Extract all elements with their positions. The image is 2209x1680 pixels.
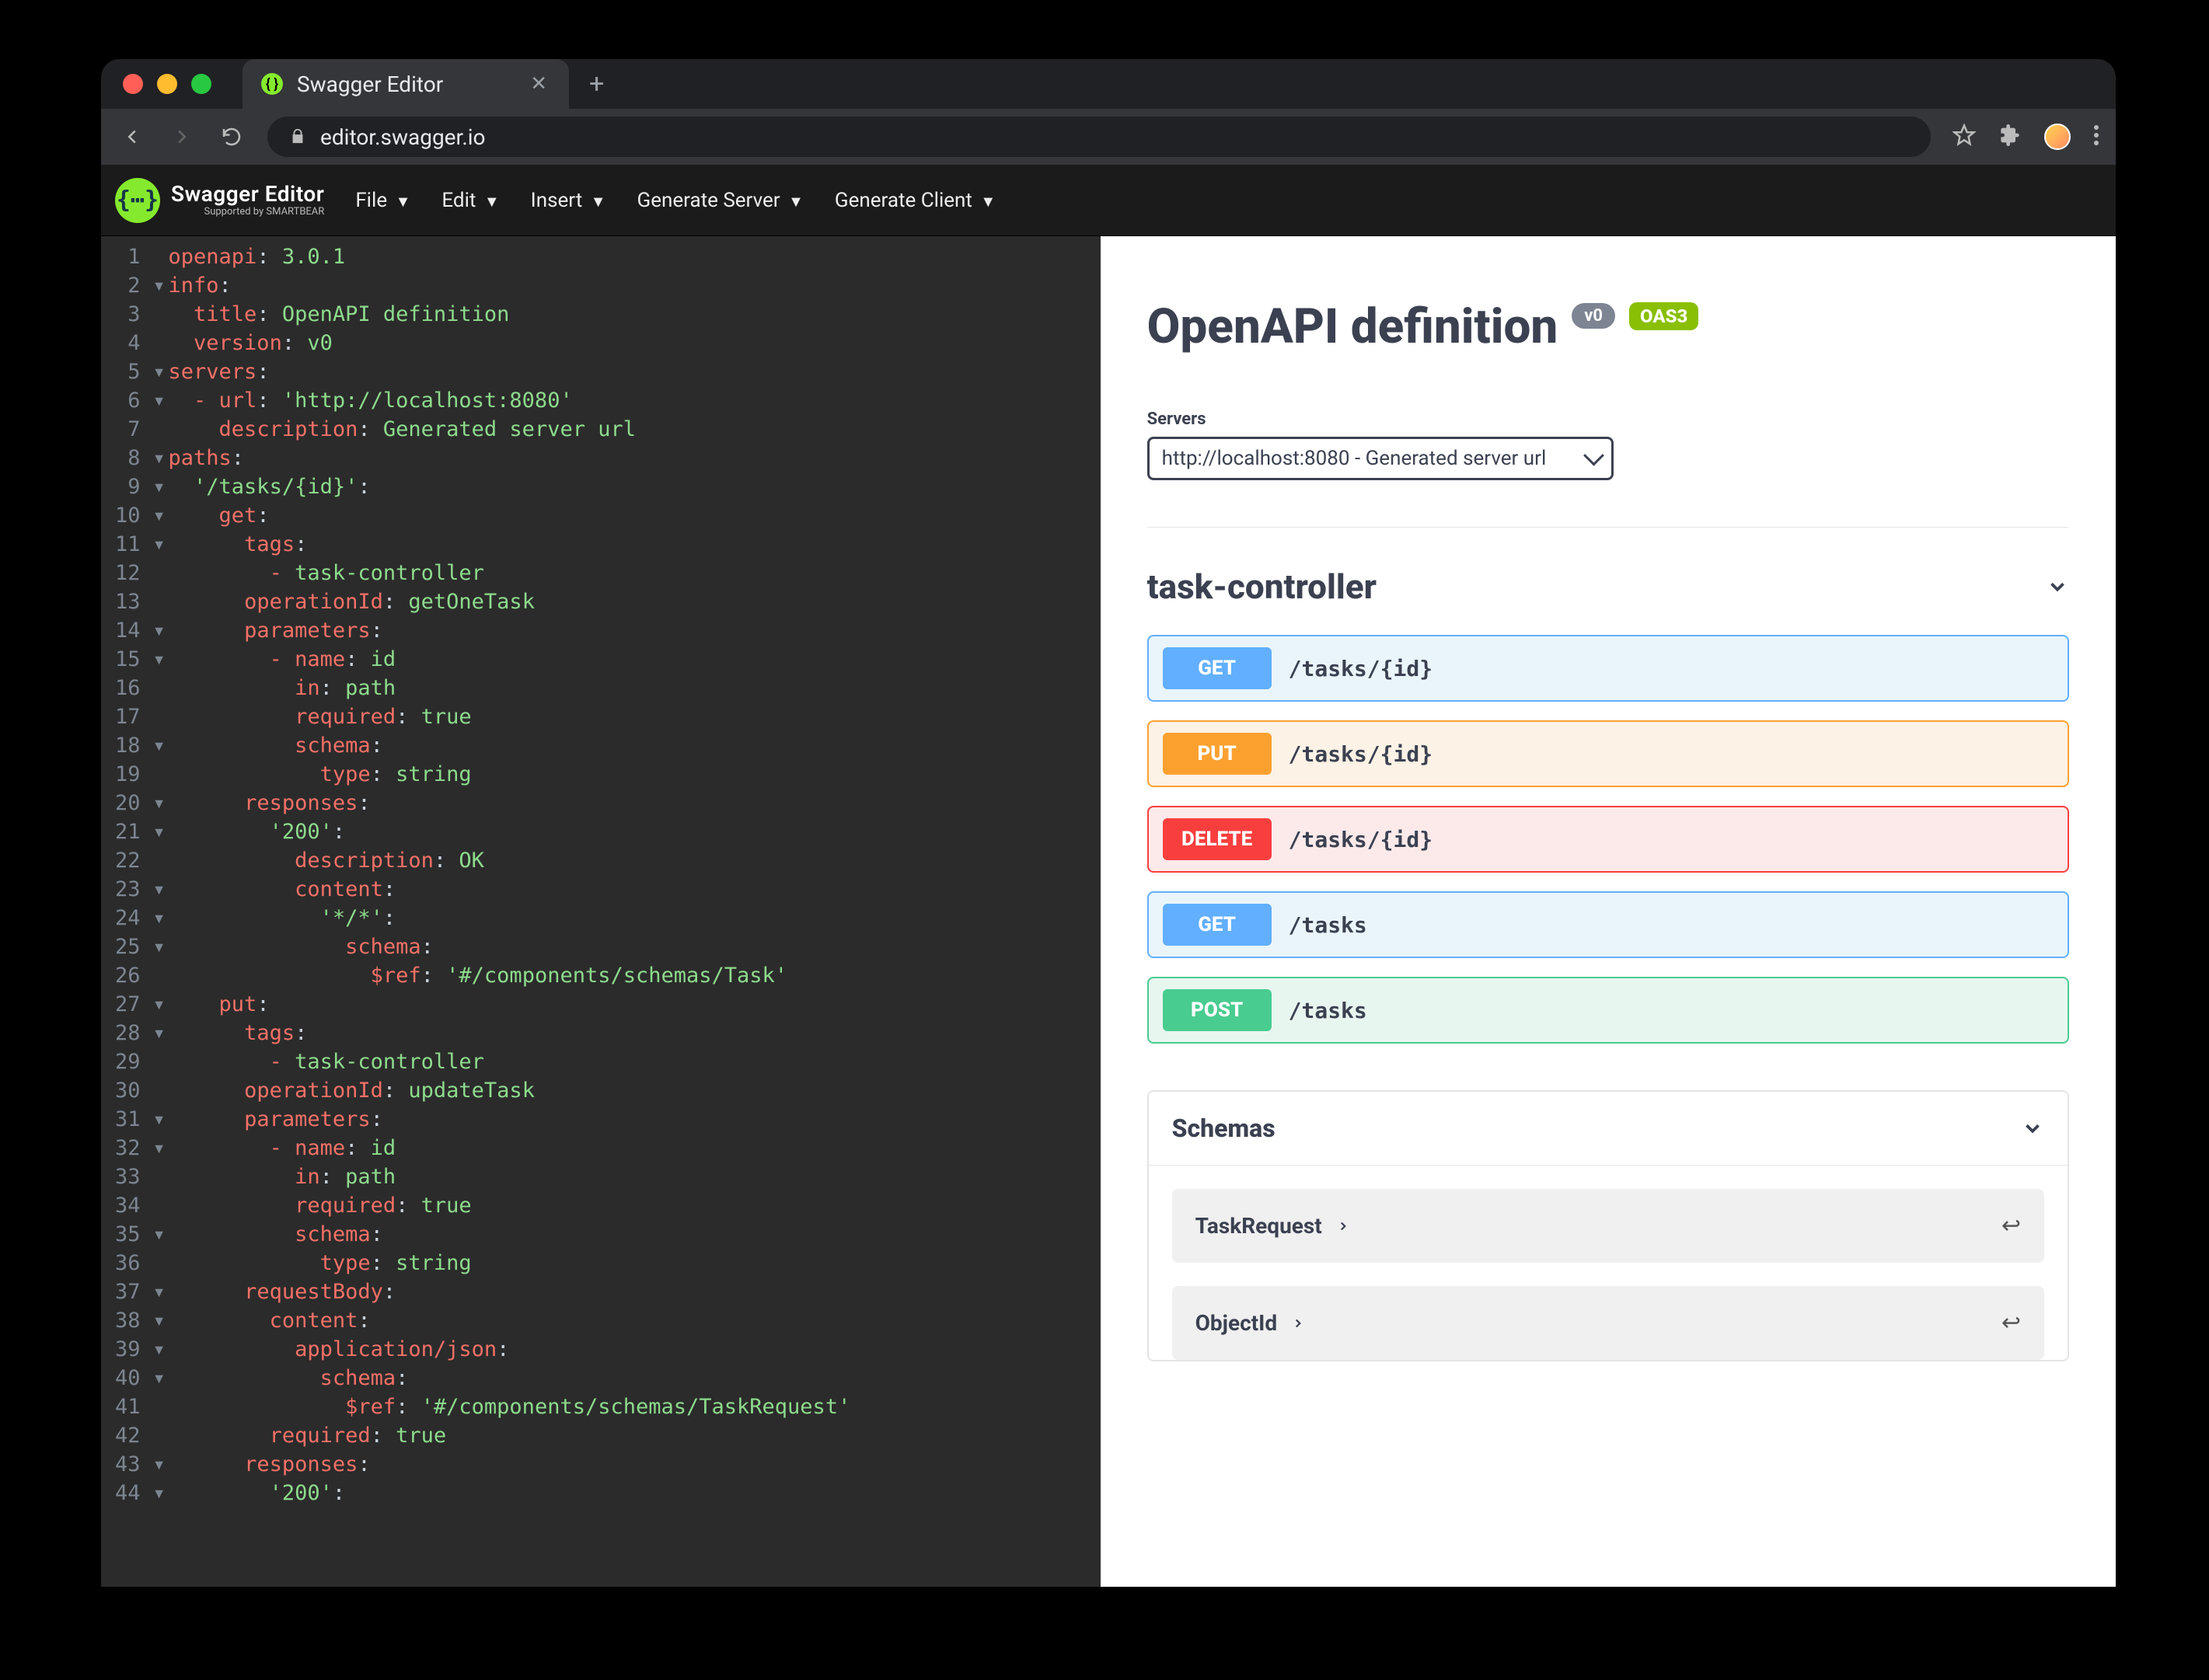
app: {⋯} Swagger Editor Supported by SMARTBEA… xyxy=(101,165,2116,1587)
swagger-logo-icon: {⋯} xyxy=(115,178,160,223)
tab-title: Swagger Editor xyxy=(297,71,443,97)
version-badge: v0 xyxy=(1572,303,1615,329)
close-window-button[interactable] xyxy=(123,74,143,94)
menu-insert[interactable]: Insert ▼ xyxy=(531,189,606,212)
window-controls xyxy=(113,74,211,94)
operation-get-3[interactable]: GET/tasks xyxy=(1147,891,2069,958)
menu-bar: File ▼ Edit ▼ Insert ▼ Generate Server ▼… xyxy=(355,189,996,212)
swagger-logo: {⋯} Swagger Editor Supported by SMARTBEA… xyxy=(115,178,324,223)
url-text: editor.swagger.io xyxy=(320,124,485,150)
browser-menu-icon[interactable] xyxy=(2094,125,2099,148)
method-badge: GET xyxy=(1163,647,1272,689)
servers-select[interactable]: http://localhost:8080 - Generated server… xyxy=(1147,437,1614,480)
operations-list: GET/tasks/{id}PUT/tasks/{id}DELETE/tasks… xyxy=(1147,635,2069,1044)
expand-icon: ↩ xyxy=(2001,1309,2021,1337)
schema-name-text: ObjectId xyxy=(1195,1310,1277,1336)
operation-put-1[interactable]: PUT/tasks/{id} xyxy=(1147,720,2069,787)
back-button[interactable] xyxy=(118,123,146,151)
new-tab-button[interactable]: + xyxy=(589,68,604,99)
profile-avatar[interactable] xyxy=(2044,124,2071,150)
yaml-editor[interactable]: 1234567891011121314151617181920212223242… xyxy=(101,236,1101,1587)
operation-path: /tasks xyxy=(1289,998,1367,1023)
menu-edit[interactable]: Edit ▼ xyxy=(441,189,499,212)
chevron-down-icon xyxy=(2046,575,2069,598)
browser-tab[interactable]: { } Swagger Editor ✕ xyxy=(243,59,569,109)
tag-header[interactable]: task-controller xyxy=(1147,566,2069,635)
method-badge: POST xyxy=(1163,989,1272,1031)
method-badge: GET xyxy=(1163,904,1272,946)
operation-path: /tasks xyxy=(1289,912,1367,938)
extensions-icon[interactable] xyxy=(1999,124,2021,149)
maximize-window-button[interactable] xyxy=(191,74,211,94)
tag-title: task-controller xyxy=(1147,566,1377,607)
schema-name-text: TaskRequest xyxy=(1195,1213,1322,1239)
oas-badge: OAS3 xyxy=(1629,302,1698,330)
operation-path: /tasks/{id} xyxy=(1289,827,1433,852)
servers-label: Servers xyxy=(1147,410,2069,429)
method-badge: PUT xyxy=(1163,733,1272,775)
schemas-header[interactable]: Schemas xyxy=(1149,1092,2068,1166)
swagger-favicon-icon: { } xyxy=(261,73,283,95)
schema-item-taskrequest[interactable]: TaskRequest ↩ xyxy=(1172,1189,2044,1263)
schema-item-objectid[interactable]: ObjectId ↩ xyxy=(1172,1286,2044,1360)
expand-icon: ↩ xyxy=(2001,1212,2021,1239)
swagger-ui[interactable]: OpenAPI definition v0 OAS3 Servers http:… xyxy=(1101,236,2116,1587)
tag-section: task-controller GET/tasks/{id}PUT/tasks/… xyxy=(1147,527,2069,1361)
menu-generate-server[interactable]: Generate Server ▼ xyxy=(637,189,804,212)
titlebar: { } Swagger Editor ✕ + xyxy=(101,59,2116,109)
browser-window: { } Swagger Editor ✕ + editor.swagger.io… xyxy=(101,59,2116,1587)
menu-file[interactable]: File ▼ xyxy=(355,189,410,212)
operation-delete-2[interactable]: DELETE/tasks/{id} xyxy=(1147,806,2069,873)
tab-close-icon[interactable]: ✕ xyxy=(530,72,547,96)
split-view: 1234567891011121314151617181920212223242… xyxy=(101,236,2116,1587)
reload-button[interactable] xyxy=(218,123,246,151)
operation-post-4[interactable]: POST/tasks xyxy=(1147,977,2069,1044)
method-badge: DELETE xyxy=(1163,818,1272,860)
operation-path: /tasks/{id} xyxy=(1289,656,1433,681)
brand-sub: Supported by SMARTBEAR xyxy=(171,207,324,217)
forward-button[interactable] xyxy=(168,123,196,151)
toolbar-right xyxy=(1953,124,2099,150)
line-gutter: 1234567891011121314151617181920212223242… xyxy=(101,236,153,1587)
minimize-window-button[interactable] xyxy=(157,74,177,94)
api-title: OpenAPI definition xyxy=(1147,298,1558,355)
address-bar[interactable]: editor.swagger.io xyxy=(267,117,1931,157)
toolbar: editor.swagger.io xyxy=(101,109,2116,165)
lock-icon xyxy=(289,124,306,150)
bookmark-star-icon[interactable] xyxy=(1953,124,1976,150)
menu-generate-client[interactable]: Generate Client ▼ xyxy=(835,189,996,212)
app-topbar: {⋯} Swagger Editor Supported by SMARTBEA… xyxy=(101,165,2116,236)
schemas-panel: Schemas TaskRequest ↩ ObjectId ↩ xyxy=(1147,1090,2069,1361)
operation-get-0[interactable]: GET/tasks/{id} xyxy=(1147,635,2069,702)
schemas-title: Schemas xyxy=(1172,1114,1275,1143)
chevron-right-icon xyxy=(1291,1310,1305,1336)
api-title-row: OpenAPI definition v0 OAS3 xyxy=(1147,298,2069,355)
brand-name: Swagger Editor xyxy=(171,183,324,205)
chevron-down-icon xyxy=(2021,1117,2044,1140)
code-area[interactable]: openapi: 3.0.1▾info: title: OpenAPI defi… xyxy=(153,236,851,1587)
operation-path: /tasks/{id} xyxy=(1289,741,1433,767)
chevron-right-icon xyxy=(1336,1213,1350,1239)
